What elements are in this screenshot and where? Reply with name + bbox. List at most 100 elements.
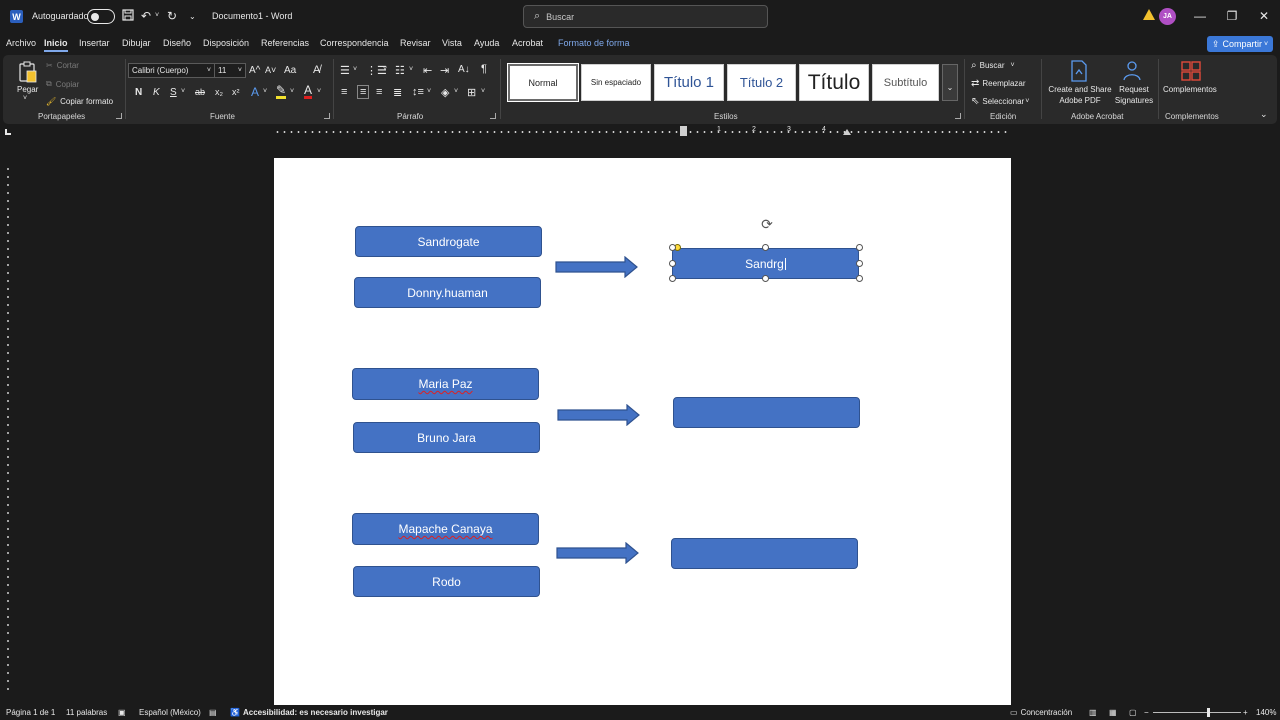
bullets-icon[interactable]: ☰ [340,64,350,77]
chevron-down-icon[interactable]: ˅ [263,88,267,95]
shrink-font-button[interactable]: A˅ [265,65,276,75]
underline-button[interactable]: S [170,87,177,98]
predictions-icon[interactable]: ▤ [209,708,217,717]
chevron-down-icon[interactable]: ˅ [454,88,458,95]
restore-icon[interactable]: ❐ [1224,8,1240,24]
chevron-down-icon[interactable]: ˅ [383,66,387,73]
align-left-icon[interactable]: ≡ [341,86,347,98]
pilcrow-icon[interactable]: ¶ [481,63,487,75]
align-right-icon[interactable]: ≡ [376,86,382,98]
undo-dropdown-icon[interactable]: ˅ [155,12,159,19]
vertical-ruler[interactable] [5,165,11,695]
styles-launcher-icon[interactable] [955,113,961,119]
bold-button[interactable]: N [135,87,142,98]
warning-icon[interactable] [1143,9,1155,20]
text-box-shape[interactable]: Mapache Canaya [352,513,539,545]
zoom-slider[interactable] [1153,712,1241,713]
cut-button[interactable]: ✂ Cortar [46,61,79,70]
tab-insertar[interactable]: Insertar [79,38,110,48]
text-effects-icon[interactable]: A [251,85,259,99]
resize-handle[interactable] [856,275,863,282]
tab-ayuda[interactable]: Ayuda [474,38,499,48]
share-button[interactable]: ⇪ Compartir ˅ [1207,36,1273,52]
resize-handle[interactable] [856,244,863,251]
proofing-icon[interactable]: ▣ [118,708,126,717]
chevron-down-icon[interactable]: ˅ [427,88,431,95]
font-launcher-icon[interactable] [324,113,330,119]
change-case-button[interactable]: Aa [284,65,296,76]
italic-button[interactable]: K [153,87,160,98]
right-arrow-shape[interactable] [556,542,640,564]
collapse-ribbon-icon[interactable]: ⌄ [1260,109,1268,120]
right-arrow-shape[interactable] [555,256,639,278]
subscript-button[interactable]: x₂ [215,87,223,97]
language-status[interactable]: Español (México) [139,708,201,717]
font-color-icon[interactable]: A [304,84,313,99]
clipboard-launcher-icon[interactable] [116,113,122,119]
clear-format-icon[interactable]: A̸ [313,64,320,76]
chevron-down-icon[interactable]: ˅ [481,88,485,95]
horizontal-ruler[interactable]: 1 2 3 4 [274,126,1011,136]
text-box-shape[interactable]: Bruno Jara [353,422,540,453]
tab-selector-icon[interactable] [5,129,11,135]
resize-handle[interactable] [762,244,769,251]
focus-mode-button[interactable]: ▭ Concentración [1010,708,1072,717]
resize-handle[interactable] [669,275,676,282]
text-box-shape[interactable] [671,538,858,569]
rotate-handle-icon[interactable]: ⟳ [760,216,774,232]
multilevel-list-icon[interactable]: ☷ [395,64,405,77]
resize-handle[interactable] [669,244,676,251]
tab-disposicion[interactable]: Disposición [203,38,249,48]
superscript-button[interactable]: x² [232,87,240,97]
tab-inicio[interactable]: Inicio [44,38,68,52]
align-center-icon[interactable]: ≡ [357,85,370,99]
sort-icon[interactable]: A↓ [458,64,470,75]
tab-dibujar[interactable]: Dibujar [122,38,151,48]
paragraph-launcher-icon[interactable] [490,113,496,119]
justify-icon[interactable]: ≣ [393,86,402,99]
zoom-level[interactable]: 140% [1256,708,1276,717]
style-sin-espaciado[interactable]: Sin espaciado [581,64,651,101]
style-normal[interactable]: Normal [507,63,579,102]
chevron-down-icon[interactable]: ˅ [317,88,321,95]
read-mode-icon[interactable]: ▥ [1089,708,1097,717]
page-count[interactable]: Página 1 de 1 [6,708,55,717]
style-subtitulo[interactable]: Subtítulo [872,64,939,101]
minimize-icon[interactable]: — [1192,8,1208,24]
word-count[interactable]: 11 palabras [66,708,107,717]
text-box-shape[interactable]: Donny.huaman [354,277,541,308]
styles-gallery-more-icon[interactable]: ⌄ [942,64,958,101]
style-titulo[interactable]: Título [799,64,869,101]
paste-icon[interactable] [17,61,39,83]
avatar[interactable]: JA [1159,8,1176,25]
close-icon[interactable]: ✕ [1256,8,1272,24]
undo-icon[interactable]: ↶ [141,9,151,23]
tab-formato-de-forma[interactable]: Formato de forma [558,38,630,48]
tab-vista[interactable]: Vista [442,38,462,48]
zoom-slider-thumb[interactable] [1207,708,1210,717]
paste-dropdown-icon[interactable]: ˅ [23,95,27,102]
resize-handle[interactable] [762,275,769,282]
autosave-toggle[interactable] [87,9,115,24]
copy-button[interactable]: ⧉ Copiar [46,79,79,89]
tab-correspondencia[interactable]: Correspondencia [320,38,389,48]
tab-referencias[interactable]: Referencias [261,38,309,48]
borders-icon[interactable]: ⊞ [467,86,476,99]
search-input[interactable]: ⌕ Buscar [523,5,768,28]
shading-icon[interactable]: ◈ [441,86,449,99]
addins-button[interactable]: Complementos [1163,85,1217,94]
tab-revisar[interactable]: Revisar [400,38,431,48]
right-arrow-shape[interactable] [557,404,641,426]
increase-indent-icon[interactable]: ⇥ [440,64,449,77]
document-page[interactable]: Sandrogate Donny.huaman Sandrg ⟳ Maria P… [274,158,1011,706]
find-button[interactable]: ⌕ Buscar ˅ [971,60,1015,71]
style-titulo-2[interactable]: Título 2 [727,64,796,101]
tab-archivo[interactable]: Archivo [6,38,36,48]
paste-button[interactable]: Pegar [17,85,38,94]
decrease-indent-icon[interactable]: ⇤ [423,64,432,77]
chevron-down-icon[interactable]: ˅ [181,88,185,95]
text-box-shape[interactable]: Sandrogate [355,226,542,257]
strikethrough-button[interactable]: ab [195,87,205,97]
text-box-shape[interactable]: Maria Paz [352,368,539,400]
tab-acrobat[interactable]: Acrobat [512,38,543,48]
